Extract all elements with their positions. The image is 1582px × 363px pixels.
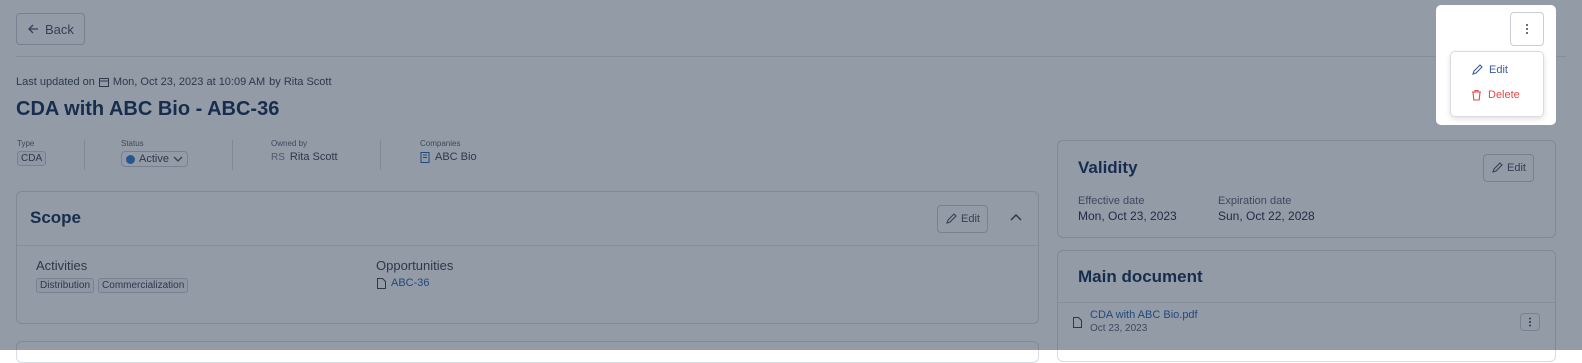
opportunities-label: Opportunities	[376, 258, 454, 273]
meta-separator	[84, 140, 85, 170]
menu-delete-label: Delete	[1488, 89, 1520, 101]
menu-item-edit[interactable]: Edit	[1471, 64, 1508, 76]
owner-label: Owned by	[271, 139, 308, 148]
companies-label: Companies	[420, 139, 461, 148]
status-dot-icon	[126, 154, 135, 164]
document-divider	[1058, 302, 1555, 303]
building-icon	[420, 151, 430, 163]
updated-date: Mon, Oct 23, 2023 at 10:09 AM	[112, 76, 266, 88]
back-button[interactable]: Back	[16, 13, 85, 45]
chevron-up-icon[interactable]	[1009, 212, 1023, 222]
meta-status: Status Active	[121, 139, 188, 167]
expiration-date-label: Expiration date	[1218, 195, 1292, 207]
activities-tags: Distribution Commercialization	[36, 278, 189, 293]
trash-icon	[1472, 89, 1481, 101]
actions-dropdown: Edit Delete	[1450, 51, 1544, 117]
effective-date-label: Effective date	[1078, 195, 1145, 207]
document-icon	[377, 277, 386, 289]
back-label: Back	[45, 21, 74, 37]
updated-prefix: Last updated on	[16, 76, 95, 88]
expiration-date-value: Sun, Oct 22, 2028	[1218, 209, 1315, 223]
calendar-icon	[98, 78, 109, 87]
main-document-card: Main document CDA with ABC Bio.pdf Oct 2…	[1057, 250, 1556, 362]
menu-item-delete[interactable]: Delete	[1471, 89, 1520, 101]
arrow-left-icon	[28, 24, 38, 34]
meta-companies: Companies ABC Bio	[420, 139, 477, 163]
activity-tag: Commercialization	[98, 278, 189, 293]
meta-owner: Owned by RS Rita Scott	[271, 139, 338, 163]
meta-type: Type CDA	[17, 139, 47, 166]
more-actions-button[interactable]	[1510, 12, 1544, 46]
pencil-icon	[946, 213, 957, 224]
owner-name: Rita Scott	[289, 151, 338, 163]
file-name-link[interactable]: CDA with ABC Bio.pdf	[1090, 309, 1198, 321]
last-updated: Last updated on Mon, Oct 23, 2023 at 10:…	[16, 76, 332, 88]
pencil-icon	[1472, 64, 1483, 75]
file-more-button[interactable]	[1520, 313, 1540, 331]
activities-label: Activities	[36, 258, 88, 273]
more-vertical-icon	[1529, 317, 1531, 327]
company-name: ABC Bio	[435, 151, 477, 163]
scope-edit-button[interactable]: Edit	[937, 205, 988, 233]
page-title: CDA with ABC Bio - ABC-36	[16, 98, 280, 120]
type-tag: CDA	[17, 151, 47, 166]
opportunity-name: ABC-36	[391, 277, 430, 289]
edit-label: Edit	[961, 213, 980, 225]
meta-separator	[232, 140, 233, 170]
more-vertical-icon	[1526, 24, 1528, 34]
scope-card: Scope Edit Activities Distribution Comme…	[16, 191, 1039, 324]
validity-title: Validity	[1078, 158, 1138, 177]
type-label: Type	[17, 139, 35, 148]
validity-card: Validity Edit Effective date Mon, Oct 23…	[1057, 140, 1556, 238]
status-select[interactable]: Active	[121, 151, 188, 167]
page: Back Last updated on Mon, Oct 23, 2023 a…	[0, 0, 1582, 363]
status-value: Active	[139, 153, 169, 165]
activity-tag: Distribution	[36, 278, 95, 293]
updated-by: by Rita Scott	[269, 76, 332, 88]
scope-title: Scope	[30, 208, 82, 227]
validity-edit-button[interactable]: Edit	[1483, 154, 1534, 182]
avatar: RS	[271, 151, 285, 163]
opportunity-link[interactable]: ABC-36	[377, 277, 430, 289]
status-label: Status	[121, 139, 144, 148]
effective-date-value: Mon, Oct 23, 2023	[1078, 209, 1177, 223]
chevron-down-icon	[173, 156, 183, 162]
scope-divider	[17, 245, 1038, 246]
pencil-icon	[1492, 162, 1503, 173]
edit-label: Edit	[1507, 162, 1526, 174]
main-document-title: Main document	[1078, 267, 1203, 286]
menu-edit-label: Edit	[1489, 64, 1508, 76]
next-card	[16, 341, 1039, 363]
company-link[interactable]: ABC Bio	[420, 151, 477, 163]
meta-separator	[380, 140, 381, 170]
header-divider	[16, 56, 1566, 57]
file-icon	[1073, 317, 1082, 328]
file-date: Oct 23, 2023	[1090, 323, 1148, 334]
